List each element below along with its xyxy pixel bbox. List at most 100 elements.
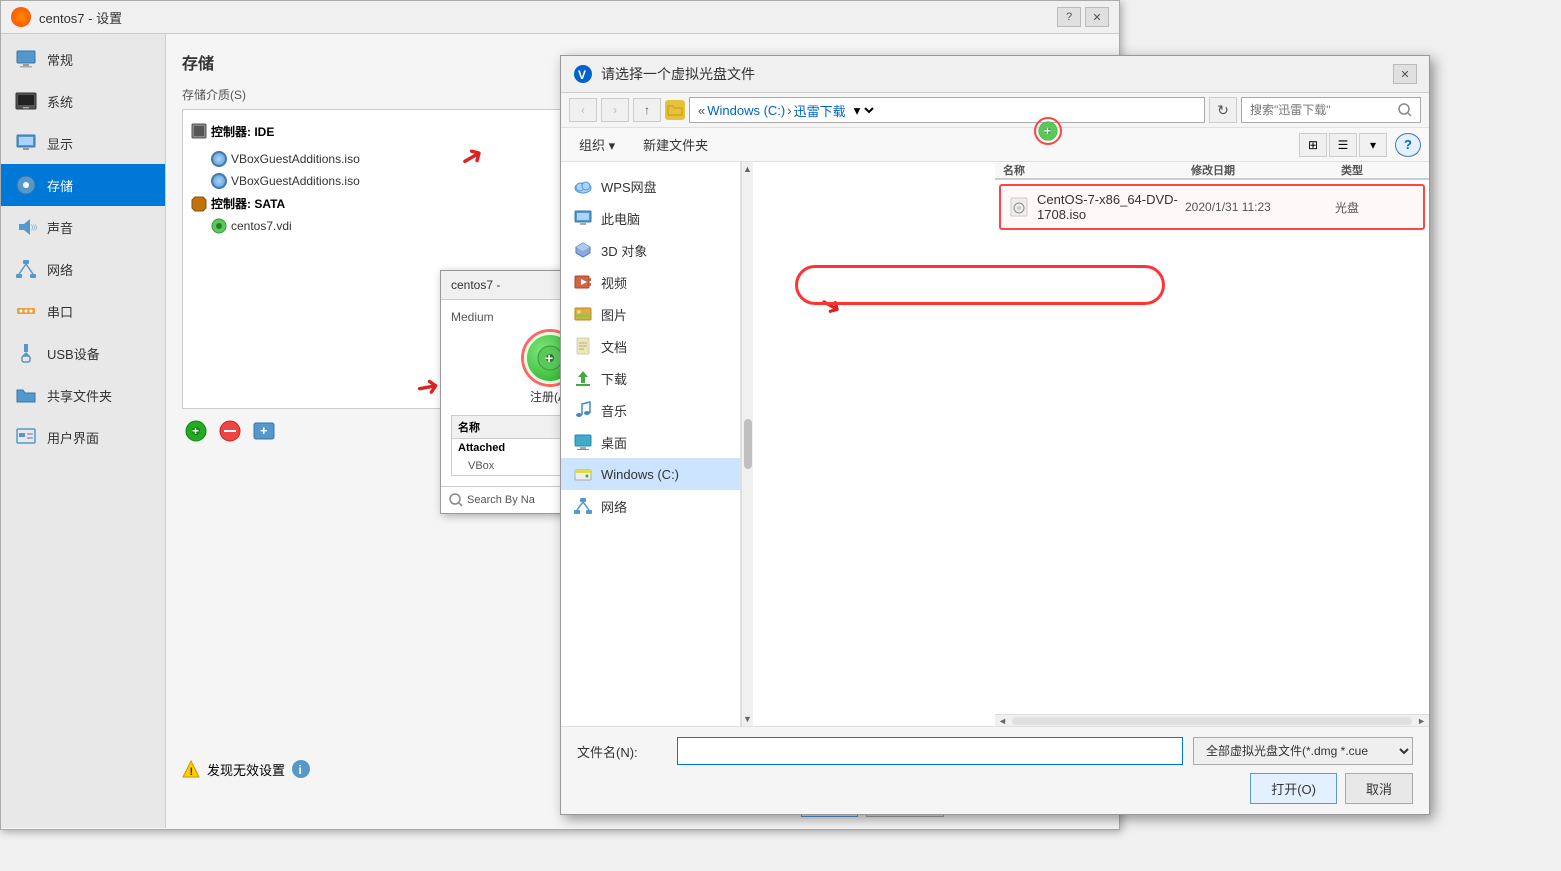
address-child[interactable]: 迅雷下载 [794, 101, 846, 120]
file-dialog-title: V 请选择一个虚拟光盘文件 [573, 64, 755, 84]
nav-item-wps[interactable]: WPS网盘 [561, 170, 740, 202]
file-dialog: V 请选择一个虚拟光盘文件 ✕ ‹ › ↑ « Windows (C:) › 迅… [560, 55, 1430, 815]
search-box[interactable] [1241, 97, 1421, 123]
organize-label: 组织 ▾ [579, 138, 615, 153]
scroll-up-btn[interactable]: ▲ [743, 164, 752, 174]
scroll-down-btn[interactable]: ▼ [743, 714, 752, 724]
nav-item-music[interactable]: 音乐 [561, 394, 740, 426]
settings-title: centos7 - 设置 [39, 8, 122, 27]
fd-cancel-btn[interactable]: 取消 [1345, 773, 1413, 804]
sidebar-item-sound[interactable]: )))) 声音 [1, 206, 165, 248]
nav-label-windows-c: Windows (C:) [601, 467, 679, 482]
vdi-icon [211, 218, 227, 234]
help-title-btn[interactable]: ? [1057, 7, 1081, 27]
svg-text:V: V [578, 68, 586, 82]
system-icon [15, 90, 37, 112]
nav-item-network[interactable]: 网络 [561, 490, 740, 522]
file-dialog-close-btn[interactable]: ✕ [1393, 64, 1417, 84]
sidebar-item-system[interactable]: 系统 [1, 80, 165, 122]
scroll-right-btn[interactable]: ► [1414, 716, 1429, 726]
virtualbox-icon: V [573, 64, 593, 84]
hscroll-track [1012, 717, 1412, 725]
help-btn[interactable]: ? [1395, 133, 1421, 157]
close-title-btn[interactable]: ✕ [1085, 7, 1109, 27]
sidebar-label-general: 常规 [47, 50, 73, 69]
download-icon [573, 368, 593, 388]
svg-text:)))): )))) [31, 225, 37, 231]
view-options-btn[interactable]: ▾ [1359, 133, 1387, 157]
music-icon [573, 400, 593, 420]
up-btn[interactable]: ↑ [633, 98, 661, 122]
col-name-header: 名称 [1003, 162, 1191, 178]
view-grid-btn[interactable]: ⊞ [1299, 133, 1327, 157]
view-detail-btn[interactable]: ☰ [1329, 133, 1357, 157]
footer-filename-row: 文件名(N): 全部虚拟光盘文件(*.dmg *.cue [577, 737, 1413, 765]
svg-text:+: + [260, 423, 268, 438]
sidebar-item-storage[interactable]: 存储 [1, 164, 165, 206]
back-btn[interactable]: ‹ [569, 98, 597, 122]
search-input[interactable] [1250, 103, 1390, 117]
3d-icon [573, 240, 593, 260]
app-icon [11, 7, 31, 27]
sidebar-item-serial[interactable]: 串口 [1, 290, 165, 332]
address-dropdown[interactable]: ▾ [850, 102, 877, 119]
add-disk-storage-btn[interactable]: + [250, 417, 278, 445]
disk1-icon [211, 151, 227, 167]
search-small-icon [449, 493, 463, 507]
settings-sidebar: 常规 系统 显示 存储 )) [1, 34, 166, 828]
file-date-iso: 2020/1/31 11:23 [1185, 200, 1335, 214]
file-row-iso[interactable]: CentOS-7-x86_64-DVD-1708.iso 2020/1/31 1… [999, 184, 1425, 230]
file-list-column-header-area: 名称 修改日期 类型 [995, 162, 1429, 180]
sidebar-item-network[interactable]: 网络 [1, 248, 165, 290]
desktop-icon [573, 432, 593, 452]
file-dialog-title-text: 请选择一个虚拟光盘文件 [601, 64, 755, 84]
refresh-btn[interactable]: ↻ [1209, 97, 1237, 123]
nav-item-3d[interactable]: 3D 对象 [561, 234, 740, 266]
sidebar-label-network: 网络 [47, 260, 73, 279]
add-storage-btn[interactable]: + [182, 417, 210, 445]
svg-text:!: ! [190, 766, 194, 778]
scroll-left-btn[interactable]: ◄ [995, 716, 1010, 726]
file-dialog-body: WPS网盘 此电脑 3D 对象 [561, 162, 1429, 726]
nav-item-windows-c[interactable]: Windows (C:) [561, 458, 740, 490]
nav-label-computer: 此电脑 [601, 209, 640, 228]
nav-scrollbar[interactable]: ▲ ▼ [741, 162, 753, 726]
sidebar-item-general[interactable]: 常规 [1, 38, 165, 80]
invalid-settings-notice: ! 发现无效设置 i [181, 759, 311, 779]
nav-label-document: 文档 [601, 337, 627, 356]
nav-label-music: 音乐 [601, 401, 627, 420]
nav-label-video: 视频 [601, 273, 627, 292]
sidebar-item-usb[interactable]: USB设备 [1, 332, 165, 374]
sidebar-item-shared-folder[interactable]: 共享文件夹 [1, 374, 165, 416]
drive-icon [573, 464, 593, 484]
nav-item-desktop[interactable]: 桌面 [561, 426, 740, 458]
address-bar[interactable]: « Windows (C:) › 迅雷下载 ▾ [689, 97, 1205, 123]
nav-item-document[interactable]: 文档 [561, 330, 740, 362]
nav-item-video[interactable]: 视频 [561, 266, 740, 298]
open-btn[interactable]: 打开(O) [1250, 773, 1337, 804]
forward-btn[interactable]: › [601, 98, 629, 122]
disk3-label: centos7.vdi [231, 219, 292, 233]
disk2-icon [211, 173, 227, 189]
nav-item-download[interactable]: 下载 [561, 362, 740, 394]
search-label: Search By Na [467, 494, 535, 506]
nav-item-computer[interactable]: 此电脑 [561, 202, 740, 234]
filename-input[interactable] [677, 737, 1183, 765]
address-root[interactable]: Windows (C:) [707, 103, 785, 118]
sidebar-item-display[interactable]: 显示 [1, 122, 165, 164]
nav-item-image[interactable]: 图片 [561, 298, 740, 330]
remove-storage-btn[interactable] [216, 417, 244, 445]
image-icon [573, 304, 593, 324]
organize-btn[interactable]: 组织 ▾ [569, 132, 625, 157]
sidebar-label-ui: 用户界面 [47, 428, 99, 447]
nav-label-wps: WPS网盘 [601, 177, 657, 196]
new-folder-btn[interactable]: 新建文件夹 [633, 132, 718, 157]
new-folder-label: 新建文件夹 [643, 138, 708, 153]
monitor-icon [15, 48, 37, 70]
file-list-hscrollbar[interactable]: ◄ ► [995, 714, 1429, 726]
nav-scroll-area: WPS网盘 此电脑 3D 对象 [561, 162, 995, 726]
filetype-select[interactable]: 全部虚拟光盘文件(*.dmg *.cue [1193, 737, 1413, 765]
file-dialog-footer: 文件名(N): 全部虚拟光盘文件(*.dmg *.cue 打开(O) 取消 [561, 726, 1429, 814]
sidebar-item-ui[interactable]: 用户界面 [1, 416, 165, 458]
footer-btns: 打开(O) 取消 [577, 773, 1413, 804]
